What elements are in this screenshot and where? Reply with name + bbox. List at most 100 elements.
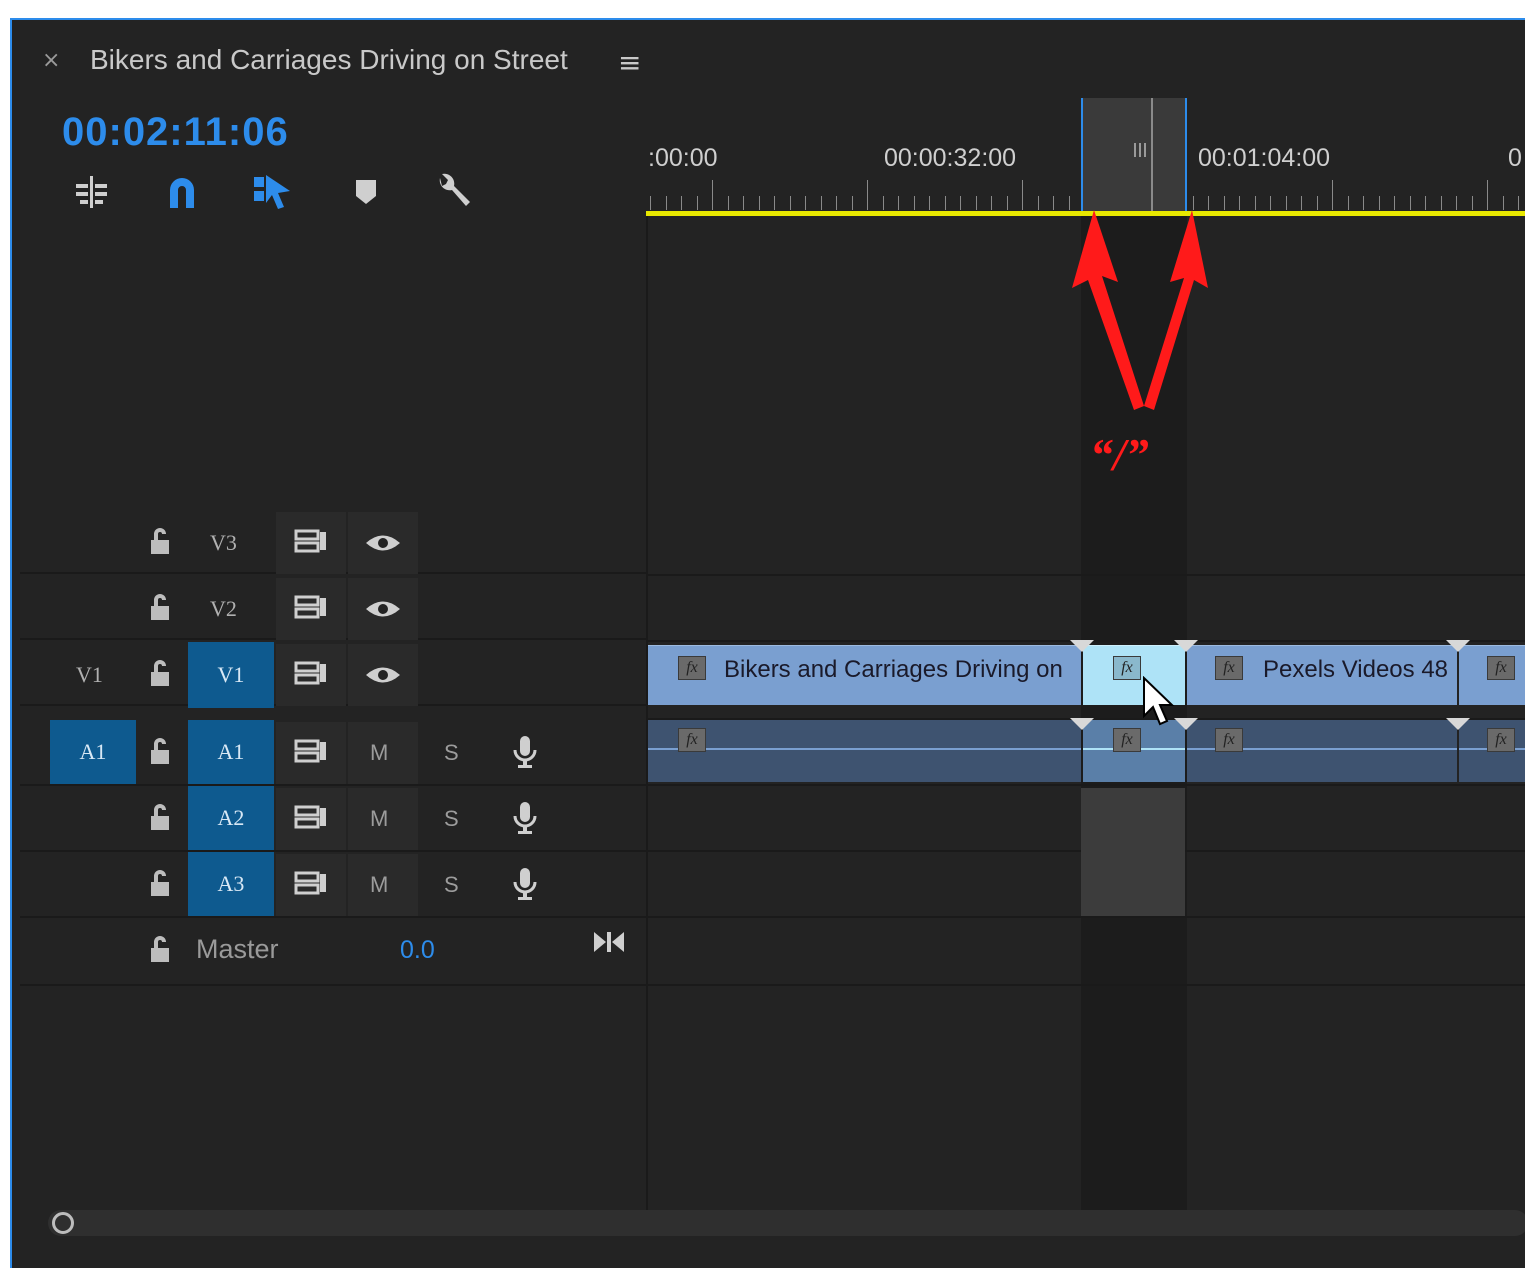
volume-rubberband[interactable] xyxy=(648,748,1081,750)
sync-lock-icon[interactable] xyxy=(294,870,328,900)
ruler-tick xyxy=(1316,196,1318,210)
ruler-tick xyxy=(1440,196,1442,210)
ruler-tick xyxy=(743,196,744,210)
ruler-tick xyxy=(913,196,915,210)
ruler-tick xyxy=(665,196,667,210)
edit-point-marker xyxy=(1446,640,1470,652)
panel-menu-icon[interactable]: ≡ xyxy=(618,46,641,79)
eye-icon[interactable] xyxy=(364,664,402,690)
add-marker-icon[interactable] xyxy=(344,170,388,214)
ruler-tick xyxy=(805,196,806,210)
clip-name: Pexels Videos 48 xyxy=(1263,656,1449,683)
solo-button[interactable]: S xyxy=(444,872,459,898)
horizontal-zoom-scrollbar[interactable] xyxy=(48,1210,1525,1236)
ruler-tick xyxy=(1347,196,1349,210)
ruler-tick xyxy=(1037,196,1039,210)
fx-badge: fx xyxy=(1487,656,1515,680)
microphone-icon[interactable] xyxy=(512,866,538,906)
track-target-a3[interactable]: A3 xyxy=(188,852,274,916)
ruler-label: 00:01:04:00 xyxy=(1198,144,1331,172)
ruler-tick xyxy=(1301,196,1302,210)
annotation-key-label: “/” xyxy=(1090,429,1149,480)
sync-lock-icon[interactable] xyxy=(294,594,328,624)
ruler-tick xyxy=(867,180,868,210)
wrench-settings-icon[interactable] xyxy=(432,170,476,214)
edit-point-marker xyxy=(1174,718,1198,730)
fx-badge: fx xyxy=(1113,728,1141,752)
fx-badge: fx xyxy=(1487,728,1515,752)
edit-point-marker xyxy=(1070,640,1094,652)
gap-fill xyxy=(1081,788,1185,916)
playhead-line xyxy=(1151,98,1153,216)
video-clip[interactable]: fx Bikers and Carriages Driving on xyxy=(648,645,1081,705)
lock-icon[interactable] xyxy=(148,934,172,968)
linked-selection-icon[interactable] xyxy=(250,170,294,214)
ruler-tick xyxy=(1022,180,1023,210)
ruler-tick xyxy=(1192,196,1194,210)
eye-icon[interactable] xyxy=(364,598,402,624)
ruler-tick xyxy=(898,196,899,210)
ruler-tick xyxy=(774,196,775,210)
sync-lock-icon[interactable] xyxy=(294,804,328,834)
close-panel-button[interactable]: × xyxy=(42,48,60,73)
audio-clip[interactable]: fx xyxy=(1187,720,1457,782)
mute-button[interactable]: M xyxy=(370,806,388,832)
ruler-label: 00:00:32:00 xyxy=(884,144,1017,172)
lane-v2[interactable] xyxy=(648,576,1525,642)
solo-button[interactable]: S xyxy=(444,806,459,832)
microphone-icon[interactable] xyxy=(512,800,538,840)
sync-lock-icon[interactable] xyxy=(294,660,328,690)
mouse-cursor-icon xyxy=(1143,676,1175,726)
video-clip[interactable]: fx Pexels Videos 48 xyxy=(1187,645,1457,705)
eye-icon[interactable] xyxy=(364,532,402,558)
lock-icon[interactable] xyxy=(148,526,172,562)
ruler-tick xyxy=(991,196,992,210)
insert-edit-icon[interactable] xyxy=(70,170,114,214)
track-name-v2[interactable]: V2 xyxy=(210,596,237,622)
ruler-tick xyxy=(650,196,651,210)
source-patch-v1[interactable]: V1 xyxy=(76,662,103,688)
video-clip[interactable]: fx xyxy=(1459,645,1525,705)
ruler-tick xyxy=(1270,196,1271,210)
solo-button[interactable]: S xyxy=(444,740,459,766)
scrollbar-handle[interactable] xyxy=(52,1212,74,1234)
header-divider xyxy=(646,216,648,1216)
ruler-tick xyxy=(727,196,729,210)
sync-lock-icon[interactable] xyxy=(294,528,328,558)
ruler-tick xyxy=(1363,196,1364,210)
work-area-bar[interactable] xyxy=(1081,98,1187,216)
master-track-label: Master xyxy=(196,934,279,964)
sequence-tab-title[interactable]: Bikers and Carriages Driving on Street xyxy=(90,44,568,76)
edit-point-marker xyxy=(1446,718,1470,730)
selected-audio-clip[interactable]: fx xyxy=(1083,720,1185,782)
lock-icon[interactable] xyxy=(148,658,172,692)
mute-button[interactable]: M xyxy=(370,740,388,766)
snap-magnet-icon[interactable] xyxy=(160,170,204,214)
go-to-in-out-icon[interactable] xyxy=(592,928,626,960)
grip-icon xyxy=(1133,142,1147,157)
ruler-tick xyxy=(789,196,791,210)
lock-icon[interactable] xyxy=(148,802,172,836)
ruler-tick xyxy=(836,196,837,210)
lane-v3[interactable] xyxy=(648,510,1525,576)
ruler-tick xyxy=(1254,196,1256,210)
lock-icon[interactable] xyxy=(148,736,172,770)
ruler-tick xyxy=(1394,196,1395,210)
lock-icon[interactable] xyxy=(148,868,172,902)
ruler-tick xyxy=(882,196,884,210)
microphone-icon[interactable] xyxy=(512,734,538,774)
source-patch-a1[interactable]: A1 xyxy=(50,720,136,784)
ruler-tick xyxy=(1332,180,1333,210)
track-target-v1[interactable]: V1 xyxy=(188,642,274,708)
mute-button[interactable]: M xyxy=(370,872,388,898)
playhead-timecode[interactable]: 00:02:11:06 xyxy=(62,110,289,155)
master-volume-value[interactable]: 0.0 xyxy=(400,936,435,965)
lock-icon[interactable] xyxy=(148,592,172,626)
sync-lock-icon[interactable] xyxy=(294,738,328,768)
track-target-a1[interactable]: A1 xyxy=(188,720,274,784)
fx-badge: fx xyxy=(1215,656,1243,680)
track-target-a2[interactable]: A2 xyxy=(188,786,274,850)
ruler-tick xyxy=(1502,196,1504,210)
audio-clip[interactable]: fx xyxy=(648,720,1081,782)
track-name-v3[interactable]: V3 xyxy=(210,530,237,556)
